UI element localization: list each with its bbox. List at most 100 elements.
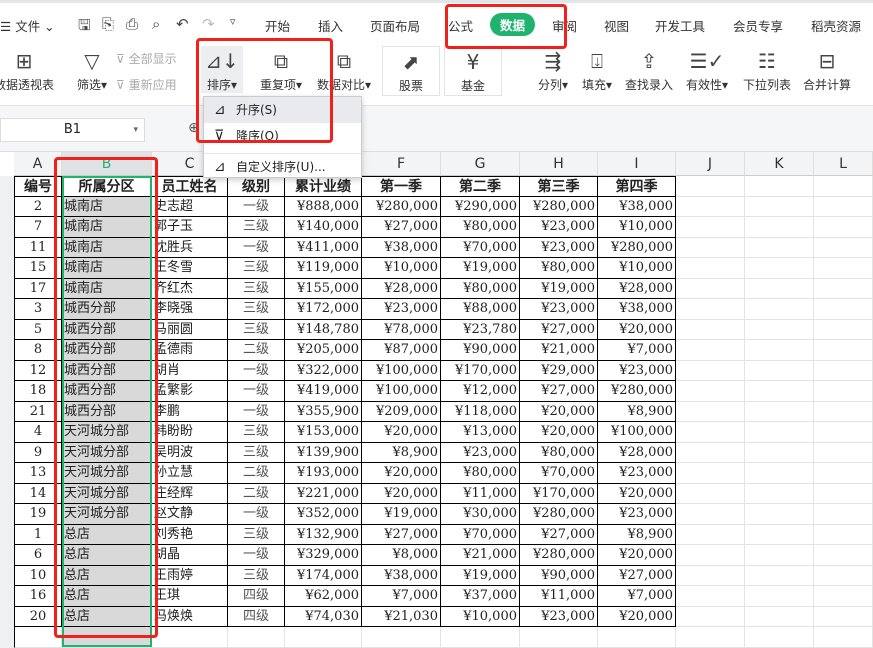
table-cell[interactable]: 2 (14, 196, 62, 217)
table-cell[interactable]: ¥23,000 (520, 237, 598, 258)
table-cell[interactable]: 三级 (228, 217, 285, 238)
table-cell[interactable]: 孟繁影 (152, 381, 228, 402)
table-cell[interactable]: ¥28,000 (598, 278, 676, 299)
empty-cell[interactable] (745, 278, 814, 299)
table-cell[interactable]: ¥23,780 (441, 319, 520, 340)
table-cell[interactable]: ¥20,000 (362, 422, 441, 443)
empty-cell[interactable] (676, 401, 745, 422)
empty-cell[interactable] (676, 586, 745, 607)
table-cell[interactable]: ¥193,000 (285, 463, 362, 484)
table-cell[interactable]: ¥139,900 (285, 442, 362, 463)
table-cell[interactable]: 三级 (228, 422, 285, 443)
empty-cell[interactable] (745, 627, 814, 648)
consolidate-button[interactable]: ⊟ 合并计算 (800, 46, 854, 93)
lookup-entry-button[interactable]: ⇪ 查找录入 (622, 46, 676, 93)
table-cell[interactable]: 三级 (228, 319, 285, 340)
table-cell[interactable]: ¥7,000 (362, 586, 441, 607)
table-cell[interactable]: ¥20,000 (598, 545, 676, 566)
empty-cell[interactable] (676, 340, 745, 361)
table-cell[interactable]: 9 (14, 442, 62, 463)
table-cell[interactable]: ¥10,000 (598, 217, 676, 238)
tab-review[interactable]: 审阅 (552, 16, 577, 35)
table-cell[interactable]: ¥90,000 (520, 565, 598, 586)
table-cell[interactable]: 赵文静 (152, 504, 228, 525)
table-cell[interactable]: ¥13,000 (441, 422, 520, 443)
table-cell[interactable]: 一级 (228, 381, 285, 402)
compare-button[interactable]: ⧉ 数据对比▾ (312, 46, 376, 93)
table-cell[interactable]: 天河城分部 (62, 442, 152, 463)
table-cell[interactable]: 城西分部 (62, 401, 152, 422)
table-cell[interactable]: ¥23,000 (598, 360, 676, 381)
row-header[interactable] (0, 360, 14, 381)
empty-cell[interactable] (745, 217, 814, 238)
table-cell[interactable]: ¥80,000 (441, 217, 520, 238)
row-header[interactable] (0, 627, 14, 648)
empty-cell[interactable] (814, 422, 873, 443)
empty-cell[interactable] (745, 586, 814, 607)
table-cell[interactable]: ¥172,000 (285, 299, 362, 320)
table-cell[interactable]: ¥329,000 (285, 545, 362, 566)
header-cell[interactable]: 第四季 (598, 176, 676, 197)
empty-cell[interactable] (814, 196, 873, 217)
table-cell[interactable]: 史志超 (152, 196, 228, 217)
table-cell[interactable]: ¥62,000 (285, 586, 362, 607)
pivot-table-button[interactable]: ⊞数据透视表 (0, 46, 56, 93)
stock-button[interactable]: ⬈ 股票 (382, 46, 440, 96)
table-cell[interactable]: 三级 (228, 278, 285, 299)
column-header-a[interactable]: A (14, 152, 62, 176)
table-cell[interactable]: ¥28,000 (362, 278, 441, 299)
empty-cell[interactable] (745, 196, 814, 217)
row-header[interactable] (0, 606, 14, 627)
empty-cell[interactable] (745, 401, 814, 422)
empty-cell[interactable] (676, 360, 745, 381)
table-cell[interactable]: 19 (14, 504, 62, 525)
table-cell[interactable]: 冯焕焕 (152, 606, 228, 627)
empty-cell[interactable] (676, 258, 745, 279)
row-header[interactable] (0, 483, 14, 504)
table-cell[interactable]: 10 (14, 565, 62, 586)
tab-view[interactable]: 视图 (604, 16, 629, 35)
column-header-k[interactable]: K (745, 152, 814, 176)
table-cell[interactable]: ¥37,000 (441, 586, 520, 607)
table-cell[interactable]: 21 (14, 401, 62, 422)
table-cell[interactable]: ¥23,000 (598, 463, 676, 484)
undo-icon[interactable]: ↶ (176, 15, 189, 33)
table-cell[interactable]: 天河城分部 (62, 463, 152, 484)
empty-cell[interactable] (676, 278, 745, 299)
table-cell[interactable]: ¥355,900 (285, 401, 362, 422)
column-header-j[interactable]: J (676, 152, 745, 176)
empty-cell[interactable] (676, 176, 745, 197)
table-cell[interactable]: 3 (14, 299, 62, 320)
table-cell[interactable]: ¥119,000 (285, 258, 362, 279)
table-cell[interactable]: 5 (14, 319, 62, 340)
empty-cell[interactable] (676, 545, 745, 566)
empty-cell[interactable] (814, 278, 873, 299)
print-preview-icon[interactable]: ⌕ (152, 15, 160, 33)
table-cell[interactable]: 吴明波 (152, 442, 228, 463)
fill-button[interactable]: ⍗ 填充▾ (578, 46, 616, 93)
table-cell[interactable]: 20 (14, 606, 62, 627)
table-cell[interactable]: ¥23,000 (520, 217, 598, 238)
table-cell[interactable]: 总店 (62, 524, 152, 545)
empty-cell[interactable] (814, 401, 873, 422)
row-header[interactable] (0, 586, 14, 607)
table-cell[interactable]: 郭子玉 (152, 217, 228, 238)
empty-cell[interactable] (676, 381, 745, 402)
empty-cell[interactable] (814, 606, 873, 627)
empty-cell[interactable] (285, 627, 362, 648)
table-cell[interactable]: 总店 (62, 586, 152, 607)
empty-cell[interactable] (814, 360, 873, 381)
header-cell[interactable]: 所属分区 (62, 176, 152, 197)
empty-cell[interactable] (745, 606, 814, 627)
empty-cell[interactable] (676, 524, 745, 545)
table-cell[interactable]: 王雨婷 (152, 565, 228, 586)
row-header[interactable] (0, 340, 14, 361)
empty-cell[interactable] (745, 237, 814, 258)
empty-cell[interactable] (814, 217, 873, 238)
table-cell[interactable]: ¥8,900 (598, 401, 676, 422)
table-cell[interactable]: ¥80,000 (441, 278, 520, 299)
table-cell[interactable]: ¥27,000 (362, 524, 441, 545)
row-header[interactable] (0, 217, 14, 238)
table-cell[interactable]: 4 (14, 422, 62, 443)
empty-cell[interactable] (745, 545, 814, 566)
